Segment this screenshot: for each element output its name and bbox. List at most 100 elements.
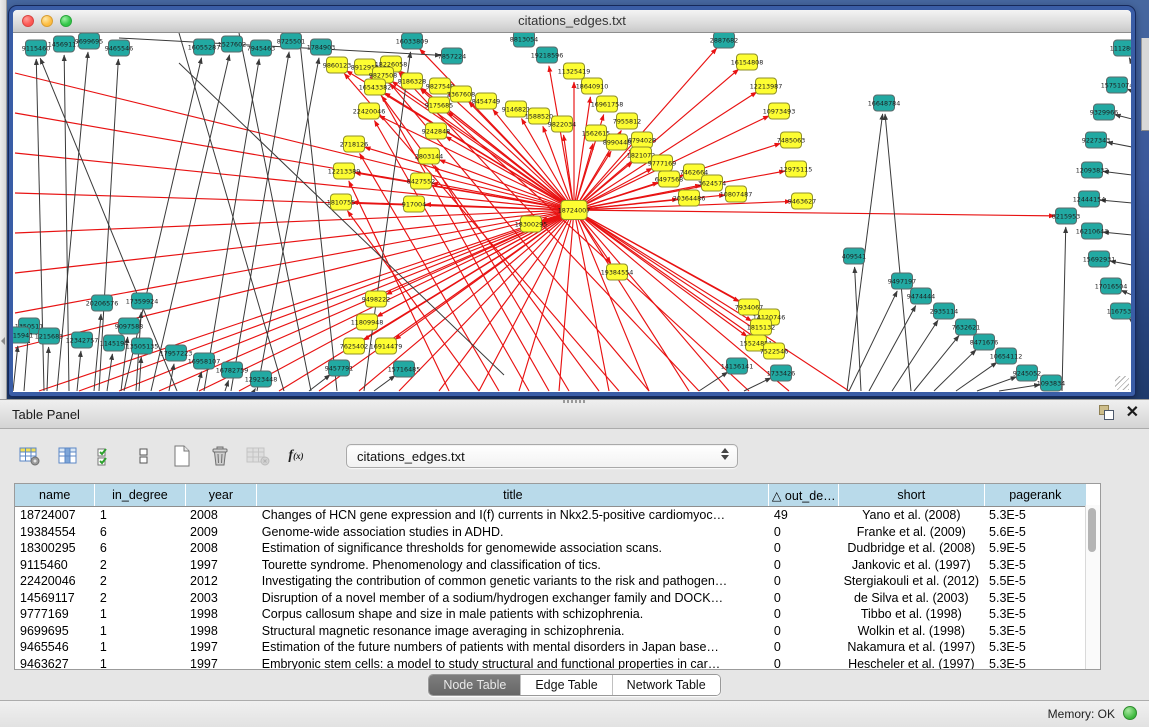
graph-node[interactable]: 9175685 <box>425 97 453 113</box>
table-options-button[interactable] <box>16 442 44 470</box>
graph-edge[interactable] <box>519 210 574 391</box>
graph-node[interactable]: 7945463 <box>247 40 275 56</box>
table-cell[interactable]: 9463627 <box>15 656 95 671</box>
table-cell[interactable]: 18724007 <box>15 507 95 524</box>
graph-node[interactable]: 17359924 <box>126 293 159 309</box>
table-cell[interactable]: 5.5E-5 <box>984 573 1086 590</box>
function-builder-button[interactable]: f(x) <box>282 442 310 470</box>
table-cell[interactable]: 19384554 <box>15 524 95 541</box>
graph-node[interactable]: 7955812 <box>613 113 641 129</box>
table-cell[interactable]: Dudbridge et al. (2008) <box>839 540 984 557</box>
table-cell[interactable]: 0 <box>769 557 839 574</box>
graph-node[interactable]: 16648784 <box>868 95 901 111</box>
graph-edge[interactable] <box>179 63 504 375</box>
graph-node[interactable]: 8725501 <box>277 33 305 49</box>
graph-node[interactable]: 16055287 <box>188 39 221 55</box>
table-cell[interactable]: Stergiakouli et al. (2012) <box>839 573 984 590</box>
table-cell[interactable]: Yano et al. (2008) <box>839 507 984 524</box>
graph-edge[interactable] <box>299 33 337 391</box>
row-height-button[interactable] <box>130 442 158 470</box>
table-cell[interactable]: Jankovic et al. (1997) <box>839 557 984 574</box>
table-cell[interactable]: 1997 <box>185 557 257 574</box>
graph-node[interactable]: 8471676 <box>970 334 998 350</box>
network-window[interactable]: citations_edges.txt 18724007183002951938… <box>9 6 1135 396</box>
table-cell[interactable]: Changes of HCN gene expression and I(f) … <box>257 507 769 524</box>
graph-node[interactable]: 3624574 <box>698 175 726 191</box>
table-cell[interactable]: Disruption of a novel member of a sodium… <box>257 590 769 607</box>
tab-edge-table[interactable]: Edge Table <box>520 675 611 695</box>
graph-edge[interactable] <box>139 357 141 391</box>
graph-edge[interactable] <box>15 210 574 233</box>
table-cell[interactable]: 0 <box>769 606 839 623</box>
graph-node[interactable]: 1112864 <box>1110 40 1131 56</box>
table-row[interactable]: 1938455462009Genome-wide association stu… <box>15 524 1087 541</box>
graph-node[interactable]: 17016504 <box>1095 278 1128 294</box>
table-cell[interactable]: Genome-wide association studies in ADHD. <box>257 524 769 541</box>
graph-edge[interactable] <box>885 114 911 391</box>
graph-edge[interactable] <box>254 389 255 391</box>
table-cell[interactable]: 22420046 <box>15 573 95 590</box>
table-cell[interactable]: 2003 <box>185 590 257 607</box>
graph-node[interactable]: 9463627 <box>788 193 816 209</box>
graph-node[interactable]: 9474444 <box>907 288 935 304</box>
graph-edge[interactable] <box>1062 227 1066 391</box>
table-cell[interactable]: 1998 <box>185 623 257 640</box>
table-row[interactable]: 946362711997Embryonic stem cells: a mode… <box>15 656 1087 671</box>
table-row[interactable]: 911546021997Tourette syndrome. Phenomeno… <box>15 557 1087 574</box>
column-header[interactable]: short <box>839 484 984 507</box>
graph-node[interactable]: 7522546 <box>760 343 788 359</box>
graph-edge[interactable] <box>1129 58 1131 63</box>
table-cell[interactable]: 5.3E-5 <box>984 557 1086 574</box>
table-cell[interactable]: 0 <box>769 540 839 557</box>
graph-node[interactable]: 12093832 <box>1076 162 1109 178</box>
graph-node[interactable]: 20364486 <box>673 190 706 206</box>
graph-edge[interactable] <box>231 52 289 391</box>
graph-edge[interactable] <box>13 346 18 391</box>
table-cell[interactable]: 5.6E-5 <box>984 524 1086 541</box>
table-cell[interactable]: 2 <box>95 590 185 607</box>
graph-node[interactable]: 8813054 <box>510 33 538 47</box>
column-header[interactable]: △ out_de… <box>769 484 839 507</box>
graph-edge[interactable] <box>574 97 590 210</box>
graph-node[interactable]: 9822034 <box>548 116 576 132</box>
table-cell[interactable]: 1 <box>95 656 185 671</box>
column-header[interactable]: title <box>257 484 769 507</box>
table-cell[interactable]: Tourette syndrome. Phenomenology and cla… <box>257 557 769 574</box>
graph-edge[interactable] <box>914 336 959 391</box>
graph-node[interactable]: 9465546 <box>105 40 133 56</box>
table-cell[interactable]: 9777169 <box>15 606 95 623</box>
table-cell[interactable]: 6 <box>95 524 185 541</box>
table-row[interactable]: 2242004622012Investigating the contribut… <box>15 573 1087 590</box>
graph-edge[interactable] <box>225 380 229 391</box>
column-header[interactable]: in_degree <box>95 484 185 507</box>
memory-indicator[interactable] <box>1123 706 1137 720</box>
table-cell[interactable]: de Silva et al. (2003) <box>839 590 984 607</box>
graph-node[interactable]: 16210643 <box>1076 223 1109 239</box>
graph-edge[interactable] <box>574 210 752 321</box>
table-cell[interactable]: 0 <box>769 656 839 671</box>
graph-node[interactable]: 1733426 <box>767 365 795 381</box>
left-splitter[interactable] <box>0 0 7 399</box>
window-titlebar[interactable]: citations_edges.txt <box>13 10 1131 33</box>
graph-edge[interactable] <box>892 320 938 391</box>
table-cell[interactable]: Wolkin et al. (1998) <box>839 623 984 640</box>
graph-edge[interactable] <box>999 385 1040 391</box>
table-cell[interactable]: Estimation of the future numbers of pati… <box>257 639 769 656</box>
table-row[interactable]: 1872400712008Changes of HCN gene express… <box>15 507 1087 524</box>
graph-node[interactable]: 7625402 <box>340 338 368 354</box>
table-cell[interactable]: 5.3E-5 <box>984 623 1086 640</box>
table-cell[interactable]: 1 <box>95 507 185 524</box>
graph-edge[interactable] <box>382 96 599 391</box>
graph-node[interactable]: 10654112 <box>990 348 1023 364</box>
graph-node[interactable]: 11325419 <box>558 63 591 79</box>
tab-network-table[interactable]: Network Table <box>612 675 720 695</box>
graph-edge[interactable] <box>574 210 849 391</box>
graph-node[interactable]: 18724007 <box>558 201 591 220</box>
column-header[interactable]: year <box>185 484 257 507</box>
new-table-button[interactable] <box>168 442 196 470</box>
graph-edge[interactable] <box>574 210 759 312</box>
table-scrollbar[interactable] <box>1085 505 1100 669</box>
column-header[interactable]: pagerank <box>984 484 1086 507</box>
table-cell[interactable]: 18300295 <box>15 540 95 557</box>
graph-node[interactable]: 2718126 <box>340 136 368 152</box>
